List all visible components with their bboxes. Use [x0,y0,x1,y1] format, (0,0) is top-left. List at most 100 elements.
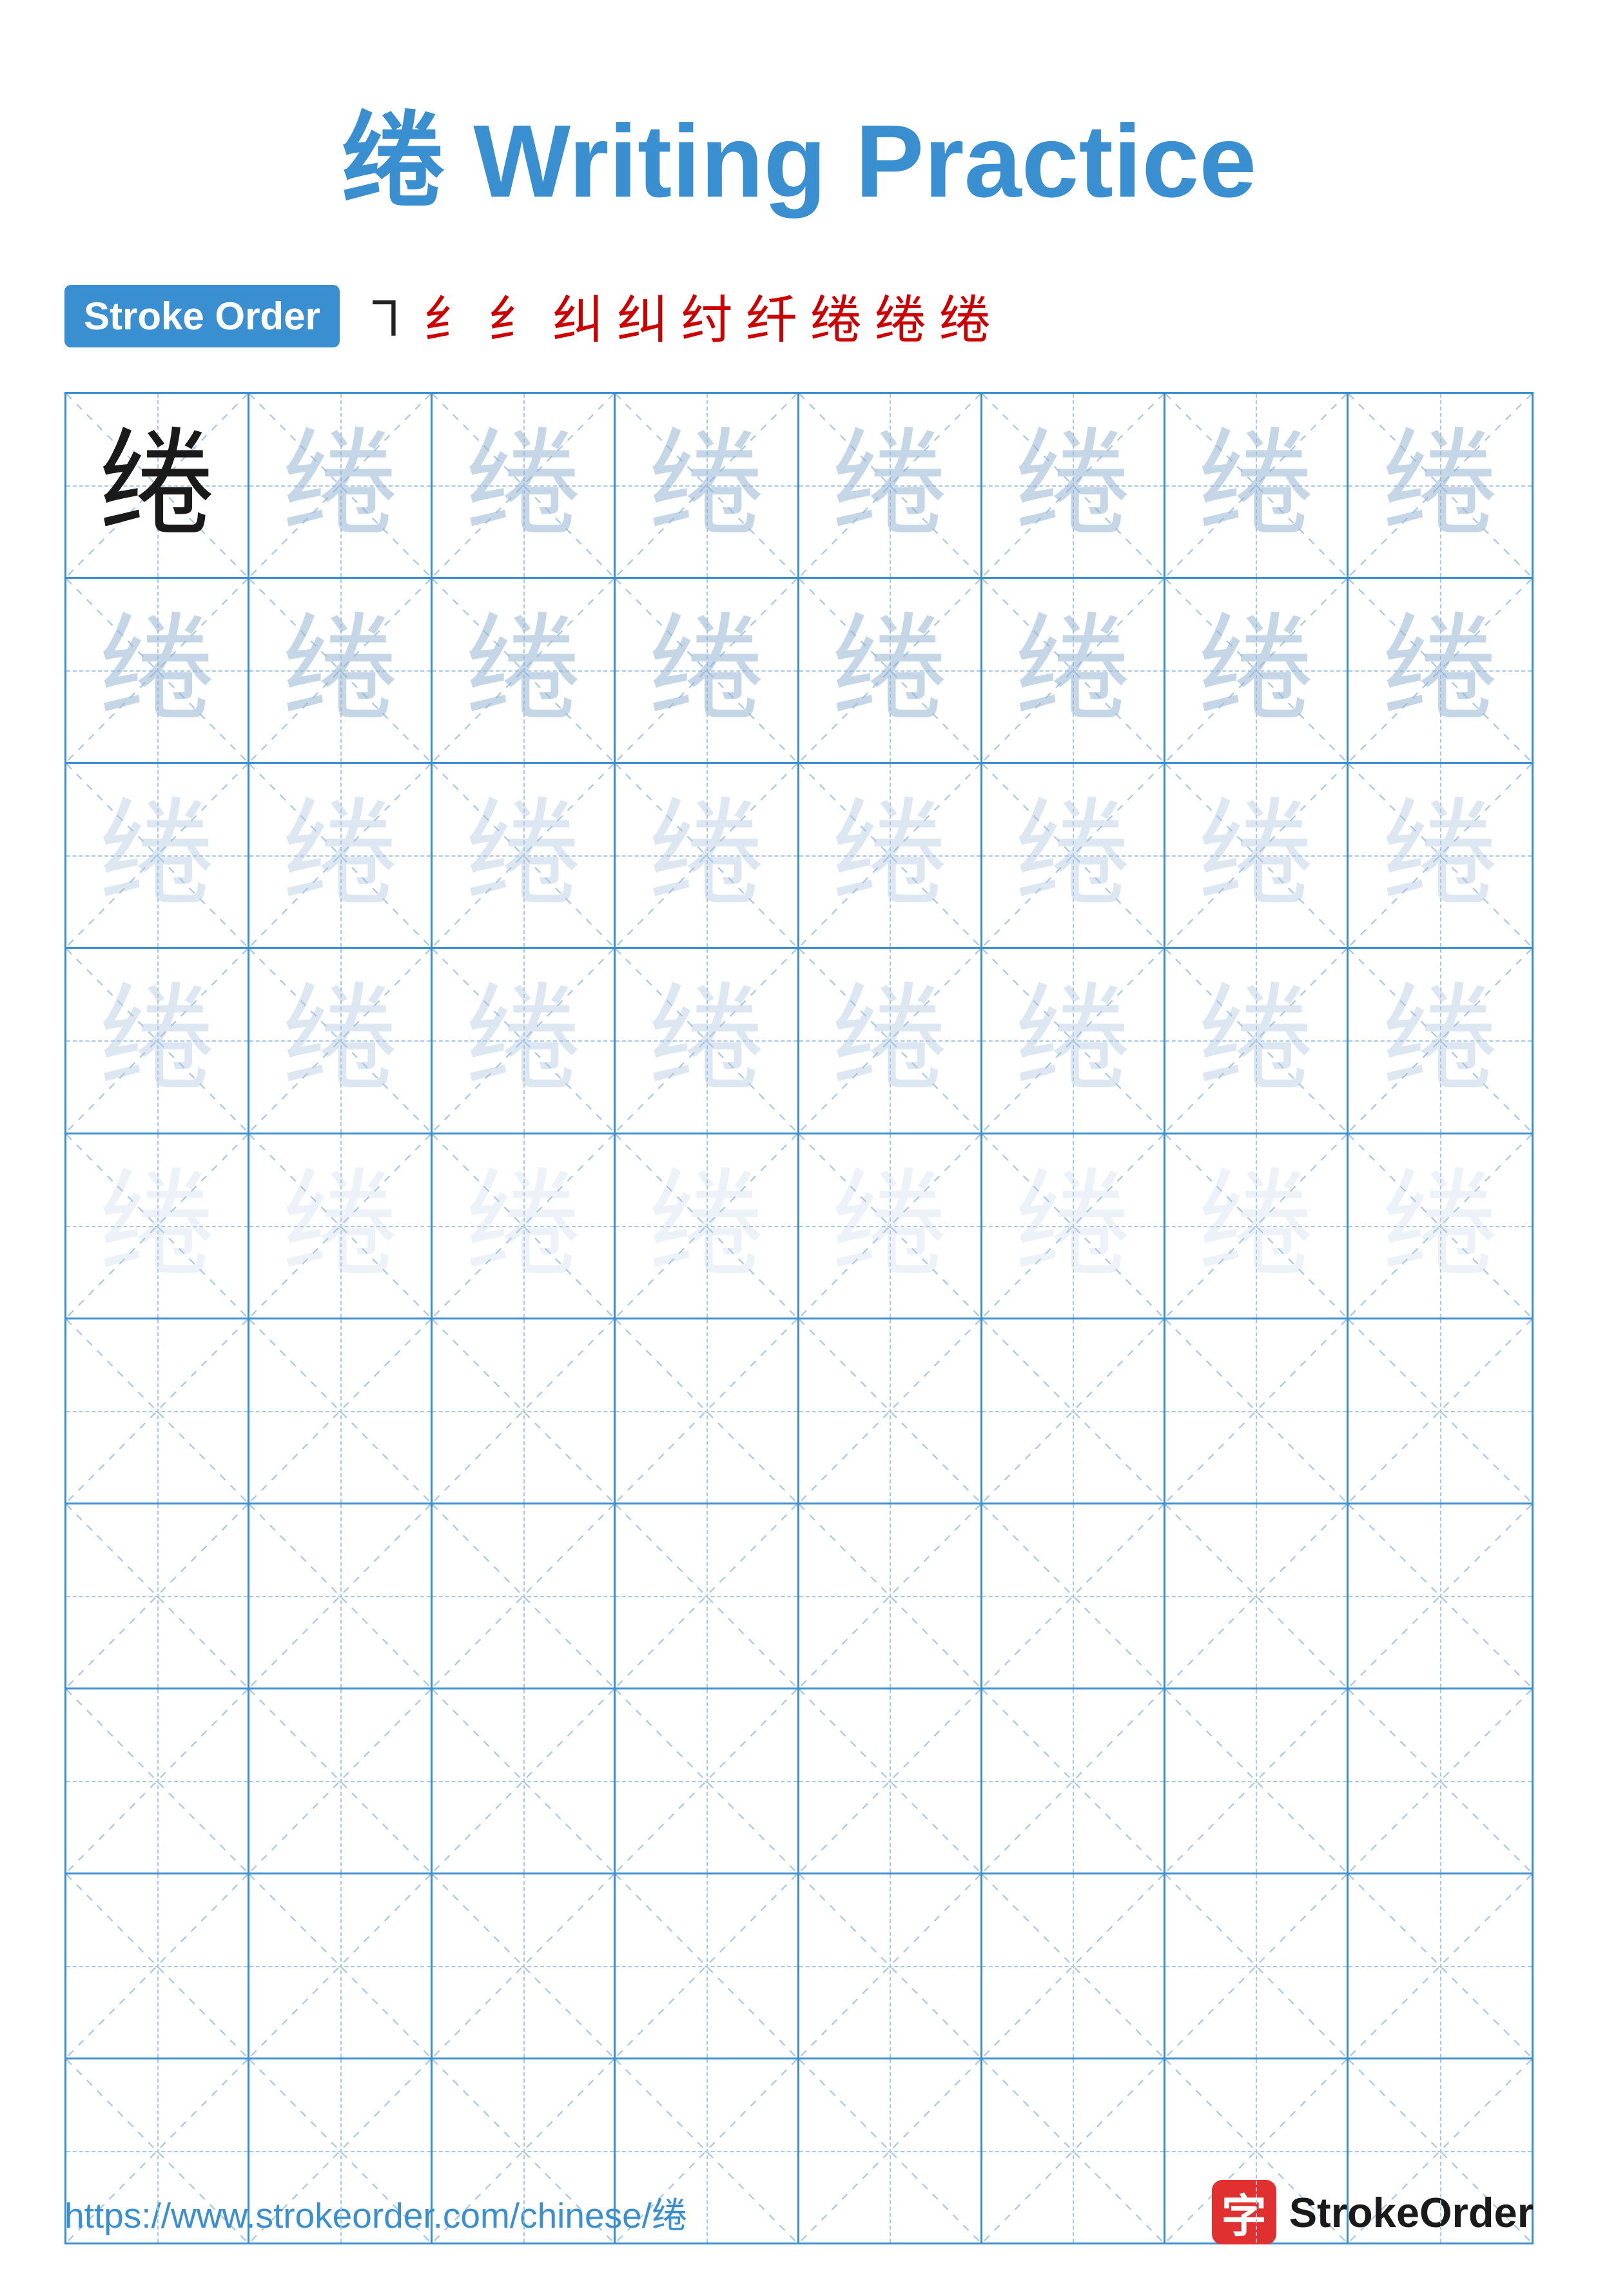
grid-cell[interactable] [982,1874,1165,2058]
grid-cell[interactable] [799,1689,982,1873]
grid-cell[interactable] [249,1689,433,1873]
grid-cell[interactable]: 绻 [799,1134,982,1318]
practice-char: 绻 [1382,612,1498,728]
grid-cell[interactable]: 绻 [1349,949,1532,1132]
practice-char: 绻 [1382,982,1498,1098]
practice-grid: 绻 绻 绻 绻 绻 绻 绻 [64,392,1534,2244]
grid-cell[interactable]: 绻 [616,764,799,947]
grid-cell[interactable]: 绻 [799,579,982,762]
practice-char: 绻 [1015,797,1131,913]
grid-cell[interactable]: 绻 [616,579,799,762]
grid-cell[interactable]: 绻 [982,1134,1165,1318]
grid-cell[interactable]: 绻 [799,394,982,577]
grid-cell[interactable] [433,1689,616,1873]
footer-logo: 字 StrokeOrder [1212,2180,1534,2244]
grid-cell[interactable] [1349,1689,1532,1873]
grid-cell[interactable] [66,1319,249,1503]
grid-cell[interactable]: 绻 [1165,579,1349,762]
grid-cell[interactable] [616,1689,799,1873]
grid-cell[interactable]: 绻 [1165,949,1349,1132]
grid-cell[interactable]: 绻 [616,949,799,1132]
footer-logo-icon: 字 [1212,2180,1276,2244]
grid-cell[interactable] [799,1319,982,1503]
practice-char: 绻 [282,797,398,913]
grid-cell[interactable]: 绻 [433,394,616,577]
grid-cell[interactable]: 绻 [66,579,249,762]
grid-cell[interactable]: 绻 [249,764,433,947]
grid-cell[interactable]: 绻 [433,579,616,762]
grid-cell[interactable] [66,1874,249,2058]
grid-cell[interactable]: 绻 [982,394,1165,577]
grid-cell[interactable]: 绻 [1349,579,1532,762]
page: 绻 Writing Practice Stroke Order ㇕ 纟 纟 纠 … [0,0,1598,2296]
grid-cell[interactable] [433,1874,616,2058]
grid-cell[interactable] [66,1504,249,1688]
grid-cell[interactable]: 绻 [249,1134,433,1318]
practice-char: 绻 [99,797,215,913]
practice-char: 绻 [648,982,765,1098]
grid-cell[interactable] [1349,1319,1532,1503]
practice-char: 绻 [282,427,398,543]
grid-cell[interactable]: 绻 [66,394,249,577]
grid-cell[interactable] [616,1504,799,1688]
grid-cell[interactable] [982,1689,1165,1873]
practice-char: 绻 [1382,1168,1498,1284]
grid-cell[interactable] [1165,1504,1349,1688]
grid-cell[interactable]: 绻 [799,949,982,1132]
grid-cell[interactable]: 绻 [66,949,249,1132]
grid-cell[interactable] [433,1319,616,1503]
grid-cell[interactable] [1165,1319,1349,1503]
grid-cell[interactable]: 绻 [249,949,433,1132]
grid-cell[interactable]: 绻 [433,764,616,947]
grid-row-4: 绻 绻 绻 绻 绻 绻 绻 [66,949,1532,1134]
grid-cell[interactable]: 绻 [66,764,249,947]
grid-cell[interactable] [616,1874,799,2058]
grid-cell[interactable]: 绻 [1349,764,1532,947]
grid-row-7 [66,1504,1532,1689]
grid-cell[interactable] [1349,1874,1532,2058]
grid-cell[interactable]: 绻 [249,579,433,762]
grid-cell[interactable]: 绻 [982,579,1165,762]
grid-cell[interactable] [982,1319,1165,1503]
grid-cell[interactable]: 绻 [1165,764,1349,947]
practice-char: 绻 [1198,427,1314,543]
grid-cell[interactable] [1165,1874,1349,2058]
practice-char: 绻 [99,1168,215,1284]
grid-cell[interactable]: 绻 [433,949,616,1132]
grid-cell[interactable]: 绻 [799,764,982,947]
grid-cell[interactable] [1349,1504,1532,1688]
grid-cell[interactable] [433,1504,616,1688]
grid-cell[interactable] [799,1504,982,1688]
grid-cell[interactable]: 绻 [1349,394,1532,577]
stroke-9: 绻 [875,278,926,353]
grid-cell[interactable]: 绻 [249,394,433,577]
footer: https://www.strokeorder.com/chinese/绻 字 … [64,2180,1534,2244]
grid-cell[interactable] [249,1874,433,2058]
stroke-7: 纤 [746,278,797,353]
grid-cell[interactable]: 绻 [1165,1134,1349,1318]
practice-char: 绻 [1015,612,1131,728]
grid-cell[interactable] [799,1874,982,2058]
grid-cell[interactable] [249,1504,433,1688]
grid-cell[interactable]: 绻 [66,1134,249,1318]
grid-cell[interactable]: 绻 [433,1134,616,1318]
grid-cell[interactable]: 绻 [1349,1134,1532,1318]
practice-char: 绻 [465,797,581,913]
practice-char: 绻 [1015,427,1131,543]
grid-cell[interactable]: 绻 [982,764,1165,947]
grid-cell[interactable]: 绻 [616,1134,799,1318]
grid-cell[interactable]: 绻 [616,394,799,577]
grid-cell[interactable] [66,1689,249,1873]
grid-cell[interactable]: 绻 [982,949,1165,1132]
stroke-5: 纠 [617,278,668,353]
page-title: 绻 Writing Practice [342,103,1257,219]
practice-char: 绻 [282,612,398,728]
grid-row-6 [66,1319,1532,1504]
grid-row-8 [66,1689,1532,1874]
practice-char: 绻 [832,1168,948,1284]
grid-cell[interactable] [616,1319,799,1503]
grid-cell[interactable] [1165,1689,1349,1873]
grid-cell[interactable] [982,1504,1165,1688]
grid-cell[interactable]: 绻 [1165,394,1349,577]
grid-cell[interactable] [249,1319,433,1503]
